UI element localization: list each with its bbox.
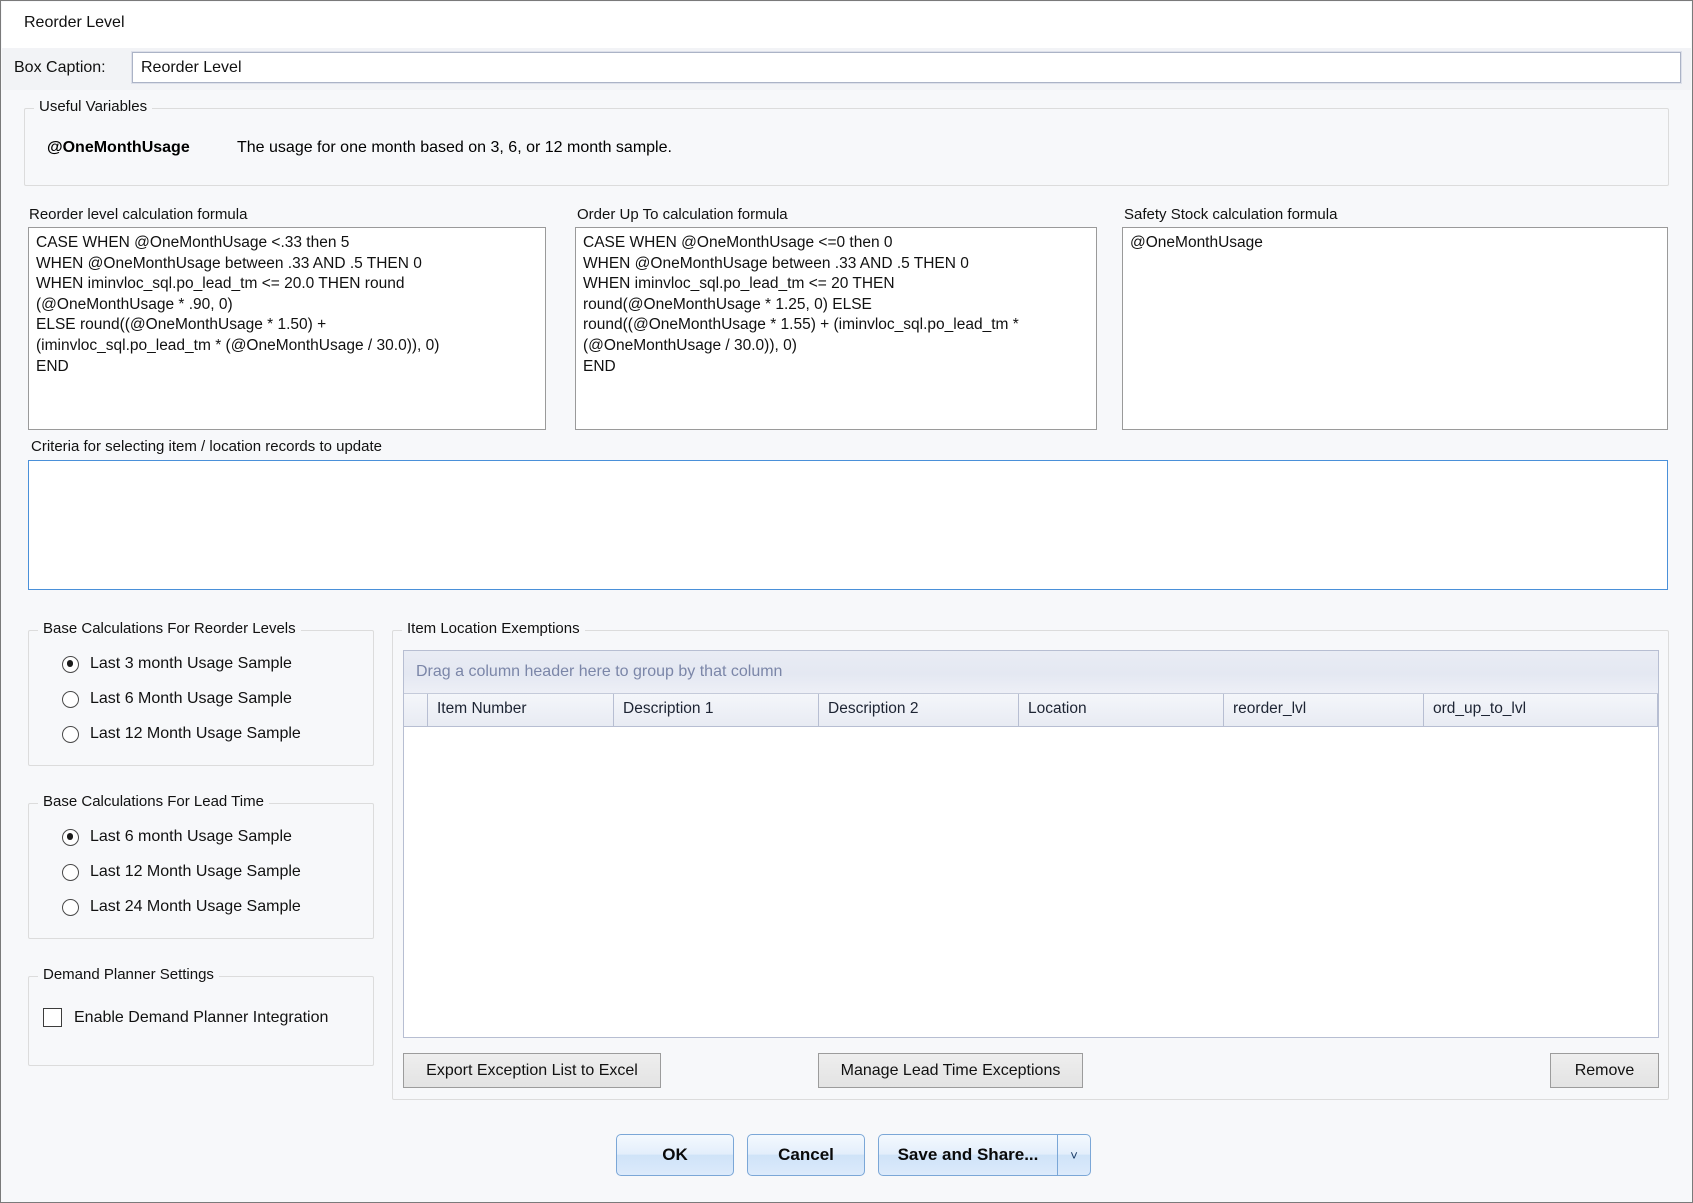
- radio-label: Last 3 month Usage Sample: [90, 655, 292, 672]
- radio-indicator-icon: [62, 828, 79, 846]
- radio-lead-12-month[interactable]: Last 12 Month Usage Sample: [62, 863, 301, 881]
- grid-row-indicator-column[interactable]: [404, 694, 428, 726]
- variable-name: @OneMonthUsage: [47, 139, 190, 156]
- dialog-titlebar: Reorder Level: [2, 2, 1691, 48]
- radio-label: Last 12 Month Usage Sample: [90, 863, 301, 880]
- box-caption-input[interactable]: [131, 51, 1682, 84]
- reorder-formula-label: Reorder level calculation formula: [29, 206, 248, 223]
- grid-header-row: Item Number Description 1 Description 2 …: [404, 694, 1658, 727]
- useful-variables-title: Useful Variables: [34, 98, 153, 115]
- dialog-content: Useful Variables @OneMonthUsage The usag…: [2, 90, 1691, 1201]
- grid-body[interactable]: [404, 727, 1658, 1037]
- base-calc-reorder-title: Base Calculations For Reorder Levels: [38, 620, 301, 637]
- item-location-exemptions-title: Item Location Exemptions: [402, 620, 585, 637]
- radio-lead-6-month[interactable]: Last 6 month Usage Sample: [62, 828, 292, 846]
- reorder-formula-textarea[interactable]: [28, 227, 546, 430]
- radio-indicator-icon: [62, 690, 79, 708]
- demand-planner-group: Demand Planner Settings Enable Demand Pl…: [28, 966, 374, 1066]
- criteria-label: Criteria for selecting item / location r…: [31, 438, 382, 455]
- radio-reorder-3-month[interactable]: Last 3 month Usage Sample: [62, 655, 292, 673]
- grid-column-description-1[interactable]: Description 1: [614, 694, 819, 726]
- order-up-to-formula-textarea[interactable]: [575, 227, 1097, 430]
- demand-planner-title: Demand Planner Settings: [38, 966, 219, 983]
- radio-label: Last 6 month Usage Sample: [90, 828, 292, 845]
- radio-indicator-icon: [62, 863, 79, 881]
- enable-demand-planner-label: Enable Demand Planner Integration: [74, 1008, 329, 1026]
- save-and-share-dropdown-button[interactable]: ˅: [1057, 1134, 1091, 1176]
- radio-indicator-icon: [62, 898, 79, 916]
- dialog-title: Reorder Level: [24, 14, 125, 31]
- radio-label: Last 6 Month Usage Sample: [90, 690, 292, 707]
- export-exception-list-button[interactable]: Export Exception List to Excel: [403, 1053, 661, 1088]
- safety-stock-formula-textarea[interactable]: [1122, 227, 1668, 430]
- reorder-level-dialog: Reorder Level Box Caption: Useful Variab…: [0, 0, 1693, 1203]
- grid-column-reorder-lvl[interactable]: reorder_lvl: [1224, 694, 1424, 726]
- variable-description: The usage for one month based on 3, 6, o…: [237, 139, 672, 156]
- remove-button[interactable]: Remove: [1550, 1053, 1659, 1088]
- base-calc-reorder-group: Base Calculations For Reorder Levels Las…: [28, 620, 374, 766]
- base-calc-lead-time-group: Base Calculations For Lead Time Last 6 m…: [28, 793, 374, 939]
- dialog-footer: OK Cancel Save and Share... ˅: [2, 1112, 1691, 1201]
- box-caption-row: Box Caption:: [2, 48, 1691, 90]
- grid-column-ord-up-to-lvl[interactable]: ord_up_to_lvl: [1424, 694, 1658, 726]
- chevron-down-icon: ˅: [1070, 1147, 1078, 1163]
- grid-group-hint: Drag a column header here to group by th…: [416, 663, 783, 680]
- ok-button[interactable]: OK: [616, 1134, 734, 1176]
- base-calc-lead-time-title: Base Calculations For Lead Time: [38, 793, 269, 810]
- exemptions-grid: Drag a column header here to group by th…: [403, 650, 1659, 1038]
- cancel-button[interactable]: Cancel: [747, 1134, 865, 1176]
- item-location-exemptions-group: Item Location Exemptions Drag a column h…: [392, 620, 1669, 1100]
- radio-indicator-icon: [62, 725, 79, 743]
- order-up-to-formula-label: Order Up To calculation formula: [577, 206, 788, 223]
- radio-label: Last 24 Month Usage Sample: [90, 898, 301, 915]
- useful-variables-group: Useful Variables @OneMonthUsage The usag…: [24, 98, 1669, 186]
- enable-demand-planner-checkbox-row[interactable]: Enable Demand Planner Integration: [43, 1008, 328, 1027]
- grid-group-panel[interactable]: Drag a column header here to group by th…: [404, 651, 1658, 694]
- checkbox-icon[interactable]: [43, 1008, 62, 1027]
- radio-lead-24-month[interactable]: Last 24 Month Usage Sample: [62, 898, 301, 916]
- radio-reorder-12-month[interactable]: Last 12 Month Usage Sample: [62, 725, 301, 743]
- save-and-share-button[interactable]: Save and Share...: [878, 1134, 1058, 1176]
- radio-label: Last 12 Month Usage Sample: [90, 725, 301, 742]
- criteria-textarea[interactable]: [28, 460, 1668, 590]
- grid-column-item-number[interactable]: Item Number: [428, 694, 614, 726]
- grid-column-location[interactable]: Location: [1019, 694, 1224, 726]
- grid-column-description-2[interactable]: Description 2: [819, 694, 1019, 726]
- radio-indicator-icon: [62, 655, 79, 673]
- manage-lead-time-exceptions-button[interactable]: Manage Lead Time Exceptions: [818, 1053, 1083, 1088]
- radio-reorder-6-month[interactable]: Last 6 Month Usage Sample: [62, 690, 292, 708]
- box-caption-label: Box Caption:: [14, 59, 106, 76]
- safety-stock-formula-label: Safety Stock calculation formula: [1124, 206, 1338, 223]
